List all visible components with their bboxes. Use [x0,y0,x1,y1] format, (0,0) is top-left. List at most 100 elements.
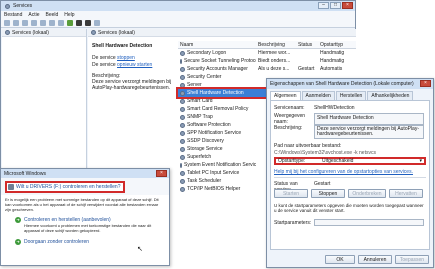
ok-button[interactable]: OK [325,255,355,264]
display-name-field[interactable]: Shell Hardware Detection [314,113,424,125]
column-startup-type[interactable]: Opstarttyp [318,42,356,48]
service-gear-icon [180,154,185,160]
tab-dependencies[interactable]: Afhankelijkheden [367,91,414,100]
startup-type-label: Opstarttype: [278,158,306,164]
chevron-down-icon: ▾ [419,158,422,164]
export-icon[interactable] [49,20,55,26]
start-service-icon[interactable] [67,20,73,26]
tab-general[interactable]: Algemeen [270,91,301,100]
stop-service-link[interactable]: stoppen [117,55,135,61]
restart-service-icon[interactable] [94,20,100,26]
start-params-label: Startparameters: [274,219,312,226]
service-gear-icon [180,66,185,72]
menu-file[interactable]: Bestand [4,12,22,18]
service-type-cell: Handmatig [320,50,345,56]
exe-path-label: Pad naar uitvoerbaar bestand: [274,143,342,149]
service-name-cell: Storage Service [178,146,256,152]
properties-title: Eigenschappen van Shell Hardware Detecti… [270,81,414,87]
apply-button[interactable]: Toepassen [395,255,429,264]
start-button[interactable]: Starten [274,189,308,198]
check-disk-info: Er is mogelijk een probleem met sommige … [5,197,159,212]
service-name-cell: Shell Hardware Detection [178,90,256,96]
startup-type-select[interactable]: Opstarttype: Uitgeschakeld ▾ [274,157,426,165]
service-name-cell: SPP Notification Service [178,130,256,136]
menu-view[interactable]: Beeld [45,12,58,18]
column-status[interactable]: Status [296,42,318,48]
general-tab-body: Servicenaam: ShellHWDetection Weergegeve… [270,100,430,250]
repair-option[interactable]: ➜ Controleren en herstellen (aanbevolen)… [15,217,154,233]
back-icon[interactable] [4,20,10,26]
service-gear-icon [180,146,185,152]
display-name-label: Weergegeven naam: [274,113,306,125]
service-row[interactable]: Secure Socket Tunneling Protocol ...Bied… [178,57,356,65]
column-name[interactable]: Naam [178,42,256,48]
check-disk-title: Microsoft Windows [4,170,46,177]
service-name-cell: SNMP Trap [178,114,256,120]
description-field[interactable]: Deze service verzorgt meldingen bij Auto… [314,125,424,139]
properties-close-button[interactable]: × [420,80,431,87]
service-gear-icon [180,82,185,88]
start-params-input[interactable] [314,219,424,226]
cancel-button[interactable]: Annuleren [358,255,392,264]
service-row[interactable]: Security Accounts Manager Als u deze s...… [178,65,356,73]
menu-bar: Bestand Actie Beeld Help [1,11,355,19]
service-type-cell: Automatis [320,66,343,72]
service-name-text: System Event Notification Service [184,162,256,168]
service-name-text: SSDP Discovery [187,138,224,144]
refresh-icon[interactable] [40,20,46,26]
properties-icon[interactable] [31,20,37,26]
mouse-cursor-icon: ↖ [137,246,143,253]
description-row: Beschrijving: Deze service verzorgt meld… [274,125,424,139]
service-name-text: Security Center [187,74,222,80]
continue-without-scan-option[interactable]: ➜ Doorgaan zonder controleren [15,239,89,245]
service-name-cell: Smart Card [178,98,256,104]
help-icon[interactable] [58,20,64,26]
service-name-text: Security Accounts Manager [187,66,248,72]
selected-service-title: Shell Hardware Detection [92,43,153,49]
continue-option-title: Doorgaan zonder controleren [24,239,90,245]
display-name-row: Weergegeven naam: Shell Hardware Detecti… [274,113,424,125]
restart-service-link[interactable]: opnieuw starten [117,62,152,68]
service-gear-icon [180,106,185,112]
resume-button[interactable]: Hervatten [389,189,423,198]
tab-recovery[interactable]: Herstellen [335,91,367,100]
stop-button[interactable]: Stoppen [311,189,345,198]
help-configure-link[interactable]: Help mij bij het configureren van de ops… [274,169,413,175]
tree-item-services[interactable]: Services (lokaal) [2,29,86,37]
menu-action[interactable]: Actie [28,12,39,18]
service-name-cell: TCP/IP NetBIOS Helper [178,186,256,192]
console-tree-icon[interactable] [22,20,28,26]
service-name-text: Server [187,82,202,88]
service-gear-icon [180,130,185,136]
menu-help[interactable]: Help [64,12,74,18]
service-gear-icon [180,186,185,192]
service-row[interactable]: Secondary Logon Hiermee wor... Handmatig [178,49,356,57]
forward-icon[interactable] [13,20,19,26]
stop-service-icon[interactable] [76,20,82,26]
service-name-text: Tablet PC Input Service [187,170,240,176]
tab-logon[interactable]: Aanmelden [301,91,335,100]
service-name-text: Secondary Logon [187,50,227,56]
column-description[interactable]: Beschrijving [256,42,296,48]
stop-action: De service stoppen [92,55,135,61]
check-disk-heading: Wilt u DRIVERS (F:) controleren en herst… [5,181,126,193]
start-params-info: U kunt de startparameters opgeven die mo… [274,203,424,213]
service-name-text: Superfetch [187,154,212,160]
service-gear-icon [180,58,182,64]
close-button[interactable]: × [342,2,353,9]
check-disk-close-button[interactable]: × [156,170,167,177]
service-gear-icon [180,178,185,184]
maximize-button[interactable]: □ [330,2,341,9]
service-desc-cell: Biedt onders... [258,58,291,64]
service-gear-icon [180,138,185,144]
pause-service-icon[interactable] [85,20,91,26]
check-disk-dialog: Microsoft Windows × Wilt u DRIVERS (F:) … [0,168,170,266]
properties-tabs: Algemeen Aanmelden Herstellen Afhankelij… [267,89,433,100]
service-gear-icon [180,50,185,56]
minimize-button[interactable]: – [318,2,329,9]
check-disk-body: Er is mogelijk een probleem met sommige … [1,195,169,265]
service-gear-icon [180,122,185,128]
main-pane-header: Services (lokaal) [88,29,356,37]
pause-button[interactable]: Onderbreken [348,189,386,198]
service-name-text: Software Protection [187,122,231,128]
